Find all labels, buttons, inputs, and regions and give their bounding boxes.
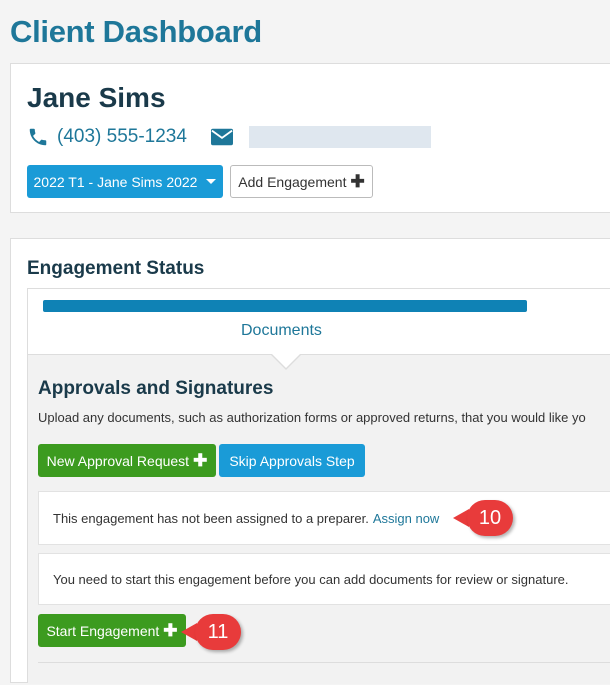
start-notice-text: You need to start this engagement before… [53,571,569,587]
new-approval-request-button[interactable]: New Approval Request ✚ [38,444,216,477]
divider [38,662,610,663]
approvals-description: Upload any documents, such as authorizat… [38,410,586,425]
new-approval-request-label: New Approval Request [46,452,190,469]
contact-row: (403) 555-1234 [27,126,431,148]
assign-now-link[interactable]: Assign now [373,511,439,526]
plus-icon: ✚ [350,172,365,191]
engagement-status-title: Engagement Status [27,258,205,279]
engagement-select[interactable]: 2022 T1 - Jane Sims 2022 [27,165,223,198]
unassigned-notice: This engagement has not been assigned to… [38,491,610,545]
plus-icon: ✚ [193,451,208,470]
status-panel: Documents Approvals and Signatures Uploa… [27,288,610,684]
callout-11: 11 [181,614,241,650]
add-engagement-button[interactable]: Add Engagement ✚ [230,165,373,198]
start-engagement-label: Start Engagement [46,622,160,639]
approvals-title: Approvals and Signatures [38,378,274,399]
phone-number[interactable]: (403) 555-1234 [57,126,187,148]
client-name: Jane Sims [27,82,166,113]
email-redacted [248,126,431,148]
progress-bar [43,300,527,312]
add-engagement-label: Add Engagement [238,173,347,190]
email-icon [210,128,233,146]
callout-badge: 11 [195,614,241,650]
phone-icon [29,128,47,146]
skip-approvals-button[interactable]: Skip Approvals Step [219,444,365,477]
plus-icon: ✚ [163,621,178,640]
step-documents-label[interactable]: Documents [241,322,322,340]
start-engagement-button[interactable]: Start Engagement ✚ [38,614,186,647]
skip-approvals-label: Skip Approvals Step [229,452,355,469]
step-pointer [271,353,301,368]
callout-10: 10 [453,500,513,536]
start-notice: You need to start this engagement before… [38,553,610,605]
page-title: Client Dashboard [10,14,262,49]
callout-badge: 10 [467,500,513,536]
engagement-status-card: Engagement Status Documents Approvals an… [10,238,610,684]
engagement-select-label: 2022 T1 - Jane Sims 2022 [33,173,198,190]
unassigned-text: This engagement has not been assigned to… [53,510,369,526]
approvals-section: Approvals and Signatures Upload any docu… [28,354,610,684]
caret-down-icon [206,179,217,184]
client-card: Jane Sims (403) 555-1234 2022 T1 - Jane … [10,63,610,213]
